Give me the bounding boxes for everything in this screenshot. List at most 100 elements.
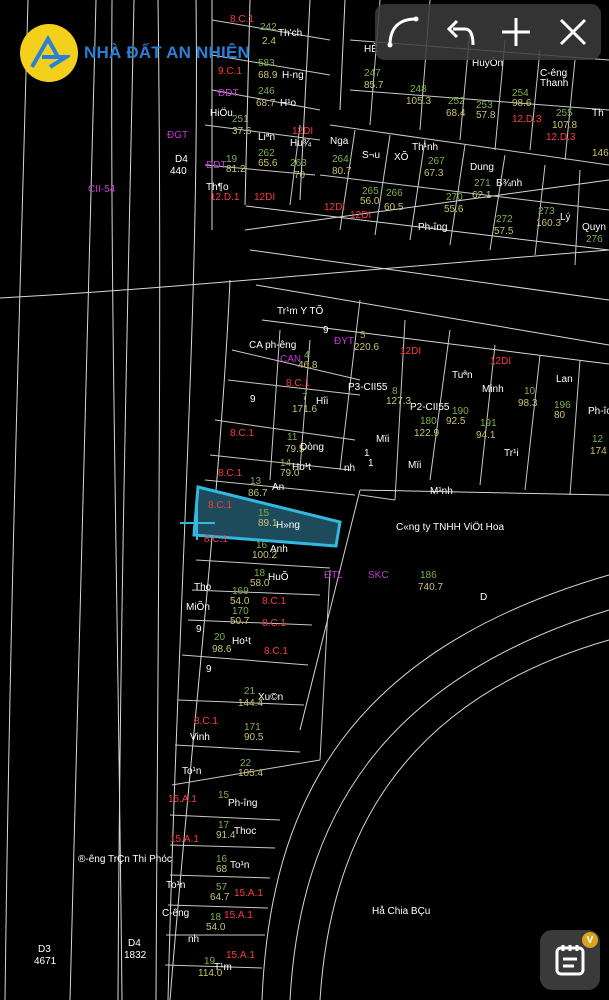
map-label: Liªn	[258, 132, 276, 143]
map-label: 8.C.1	[286, 378, 310, 389]
map-label: 8.C.1	[262, 596, 286, 607]
map-label: ®-êng TrÇn Thi Phóc	[78, 854, 172, 865]
map-label: 273	[538, 206, 555, 217]
map-label: 94.1	[476, 430, 496, 441]
map-label: 9	[206, 664, 212, 675]
map-label: Mïi	[376, 434, 390, 445]
parcel-boundaries	[164, 0, 609, 969]
map-label: CA ph-êng	[249, 340, 297, 351]
map-label: 583	[258, 58, 275, 69]
map-label: 180	[420, 416, 437, 427]
map-label: Ph-îng	[418, 222, 448, 233]
map-label: 8.C.1	[208, 500, 232, 511]
map-label: 56.0	[360, 196, 380, 207]
map-label: 91.4	[216, 830, 236, 841]
map-label: M¹nh	[430, 486, 453, 497]
map-label: 9	[323, 325, 329, 336]
map-label: 252	[448, 96, 465, 107]
map-label: Dung	[470, 162, 494, 173]
map-label: 89.1	[258, 518, 278, 529]
map-label: 8.C.1	[218, 468, 242, 479]
map-label: 9	[196, 624, 202, 635]
map-label: Vinh	[190, 732, 210, 743]
map-label: 440	[170, 166, 187, 177]
map-label: 271	[474, 178, 491, 189]
map-label: 171.6	[292, 404, 318, 415]
map-label: H»ng	[276, 520, 300, 531]
map-label: Th'ch	[278, 28, 303, 39]
map-label: HuÕ	[268, 572, 289, 583]
map-label: Thoc	[234, 826, 257, 837]
map-label: 272	[496, 214, 513, 225]
map-label: 11	[287, 432, 298, 443]
map-label: 251	[232, 114, 249, 125]
map-label: XÕ	[394, 152, 409, 163]
map-label: 68.4	[446, 108, 466, 119]
map-label: Ph-îng	[228, 798, 258, 809]
cadastral-map[interactable]	[0, 0, 609, 1000]
map-label: 85.7	[364, 80, 384, 91]
map-label: Ho¹t	[232, 636, 251, 647]
map-label: Minh	[482, 384, 504, 395]
map-label: 248	[410, 84, 427, 95]
map-label: 191	[480, 418, 497, 429]
undo-icon[interactable]	[438, 10, 482, 54]
map-label: 264	[332, 154, 349, 165]
map-label: 98.6	[512, 98, 532, 109]
map-label: 90.5	[244, 732, 264, 743]
map-label: 266	[386, 188, 403, 199]
map-label: 105.3	[406, 96, 432, 107]
map-label: 58.0	[250, 578, 270, 589]
map-label: 86.7	[248, 488, 268, 499]
map-label: 57.8	[476, 110, 496, 121]
map-label: 270	[446, 192, 463, 203]
map-label: H-ng	[282, 70, 304, 81]
map-label: 107.8	[552, 120, 578, 131]
map-label: 12DI	[292, 126, 314, 137]
map-label: Quyn	[582, 222, 606, 233]
map-label: 65.6	[258, 158, 278, 169]
map-label: 67.3	[424, 168, 444, 179]
map-label: 68	[216, 864, 228, 875]
map-label: 68.9	[258, 70, 278, 81]
map-label: ĐDT	[218, 88, 239, 99]
map-label: P2-CII55	[410, 402, 450, 413]
map-label: 242	[260, 22, 277, 33]
map-label: 80.7	[332, 166, 352, 177]
map-label: Th	[592, 108, 604, 119]
map-label: 15.A.1	[226, 950, 255, 961]
map-label: To¹n	[166, 880, 186, 891]
map-label: 186	[420, 570, 437, 581]
map-label: 37.6	[232, 126, 252, 137]
map-label: SKC	[368, 570, 389, 581]
map-label: 62.1	[472, 190, 492, 201]
map-label: 122.9	[414, 428, 440, 439]
map-label: 2.4	[262, 36, 276, 47]
curve-draw-icon[interactable]	[381, 10, 425, 54]
map-label: C«ng ty TNHH ViÖt Hoa	[396, 522, 505, 533]
map-label: 247	[364, 68, 381, 79]
map-label: 220.6	[354, 342, 380, 353]
plus-icon[interactable]	[494, 10, 538, 54]
map-label: 246	[258, 86, 275, 97]
map-label: 255	[556, 108, 573, 119]
map-label: 12	[592, 434, 604, 445]
map-label: 13	[250, 476, 262, 487]
map-label: 81.2	[226, 164, 246, 175]
fab-badge: V	[582, 932, 598, 948]
map-label: 12.D.1	[210, 192, 240, 203]
map-label: Tuªn	[452, 370, 473, 381]
map-label: 8.C.1	[204, 534, 228, 545]
close-icon[interactable]	[551, 10, 595, 54]
map-label: To¹n	[182, 766, 202, 777]
notes-button[interactable]: V	[540, 930, 600, 990]
map-label: 740.7	[418, 582, 444, 593]
map-label: Ho¹t	[292, 462, 311, 473]
map-label: Mïi	[408, 460, 422, 471]
map-label: 57.5	[494, 226, 514, 237]
map-label: ĐDT	[206, 160, 227, 171]
map-label: D	[480, 592, 488, 603]
map-label: 7	[302, 392, 308, 403]
brand-name: NHÀ ĐẤT AN NHIÊN	[84, 43, 250, 62]
map-label: Thanh	[540, 78, 569, 89]
